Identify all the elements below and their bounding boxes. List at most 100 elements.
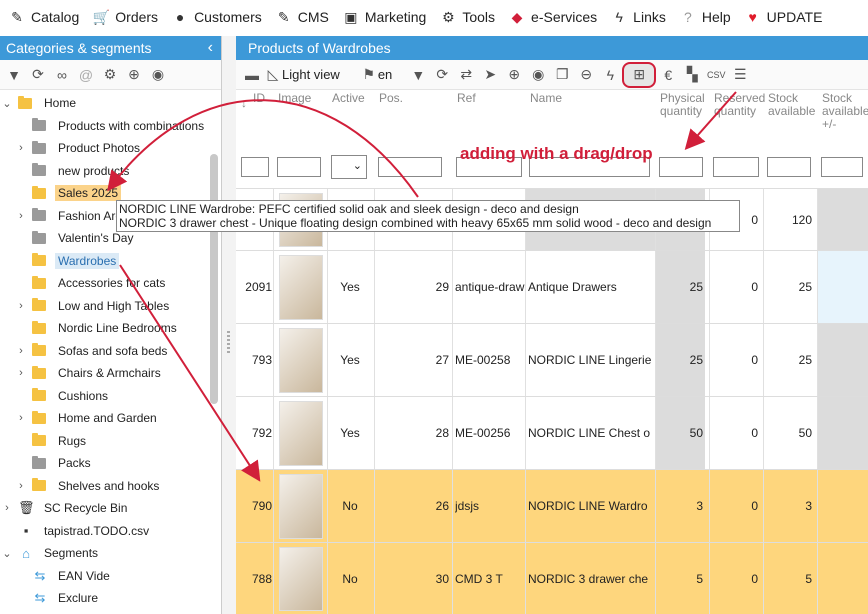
menu-marketing[interactable]: ▣ Marketing [338, 0, 435, 34]
tree-item[interactable]: Wardrobes [14, 250, 120, 272]
tree-item[interactable]: › Sofas and sofa beds [14, 340, 170, 362]
flag-icon[interactable]: ⚑ [360, 63, 378, 87]
collapse-panel-icon[interactable]: ‹ [208, 39, 213, 57]
column-header[interactable]: Reserved quantity [714, 92, 765, 118]
export-icon[interactable]: ◉ [146, 63, 170, 87]
add-icon[interactable]: ⊕ [122, 63, 146, 87]
table-row[interactable]: 788 No 30 CMD 3 T NORDIC 3 drawer che 5 0 5 [236, 542, 868, 614]
column-filter-input[interactable] [659, 157, 703, 177]
folder-icon [32, 365, 46, 379]
at-icon[interactable]: @ [74, 63, 98, 87]
tree-item[interactable]: › 🗑 SC Recycle Bin [0, 497, 130, 519]
filter-icon[interactable]: ▼ [406, 63, 430, 87]
menu-orders[interactable]: 🛒 Orders [88, 0, 167, 34]
tree-item[interactable]: new products [14, 160, 132, 182]
tree-item[interactable]: › Home and Garden [14, 407, 160, 429]
remove-icon[interactable]: ⊖ [574, 63, 598, 87]
tree-item[interactable]: Products with combinations [14, 115, 207, 137]
column-header[interactable]: Stock available +/- [822, 92, 868, 131]
column-header[interactable]: Stock available [768, 92, 816, 118]
expand-toggle-icon[interactable]: › [14, 367, 28, 379]
expand-toggle-icon[interactable]: › [14, 345, 28, 357]
active-filter-select[interactable]: ⌄ [331, 155, 367, 179]
table-row[interactable]: 790 No 26 jdsjs NORDIC LINE Wardro 3 0 3 [236, 469, 868, 542]
cell-active: No [342, 499, 358, 513]
expand-toggle-icon[interactable]: › [14, 480, 28, 492]
tree-item[interactable]: Accessories for cats [14, 272, 168, 294]
link-icon[interactable]: ∞ [50, 63, 74, 87]
tree-item[interactable]: ⌄ Home [0, 92, 79, 114]
tree-item[interactable]: › Low and High Tables [14, 295, 172, 317]
menu-label: Catalog [31, 9, 80, 25]
column-header[interactable]: Pos. [379, 92, 447, 105]
panel-splitter[interactable] [222, 36, 236, 614]
expand-toggle-icon[interactable]: ⌄ [0, 547, 14, 560]
table-row[interactable]: 2091 Yes 29 antique-draw Antique Drawers 25 0 2… [236, 250, 868, 323]
filter-icon[interactable]: ▼ [2, 63, 26, 87]
column-header[interactable]: Active [332, 92, 372, 105]
column-filter-input[interactable] [767, 157, 811, 177]
expand-toggle-icon[interactable]: › [0, 502, 14, 514]
list-icon[interactable]: ☰ [728, 63, 752, 87]
menu-cms[interactable]: ✎ CMS [271, 0, 338, 34]
price-icon[interactable]: ▚ [680, 63, 704, 87]
move-icon[interactable]: ⇄ [454, 63, 478, 87]
add-icon[interactable]: ⊕ [502, 63, 526, 87]
column-filter-input[interactable] [241, 157, 269, 177]
refresh-icon[interactable]: ⟳ [430, 63, 454, 87]
expand-toggle-icon[interactable]: ⌄ [0, 97, 14, 110]
add-to-category-icon[interactable]: ⊞ [622, 61, 657, 88]
menu-e-services[interactable]: ◆ e-Services [504, 0, 606, 34]
tree-item[interactable]: Rugs [14, 430, 89, 452]
table-row[interactable]: 792 Yes 28 ME-00256 NORDIC LINE Chest o 50 0 50 [236, 396, 868, 469]
tree-item[interactable]: Packs [14, 452, 94, 474]
tree-item[interactable]: › Shelves and hooks [14, 475, 162, 497]
menu-icon[interactable]: ▬ [240, 63, 264, 87]
menu-update[interactable]: ♥ UPDATE [740, 0, 832, 34]
tree-item[interactable]: ⇆ Exclure [14, 587, 101, 609]
column-header[interactable]: Ref [457, 92, 527, 105]
column-filter-input[interactable] [713, 157, 759, 177]
expand-toggle-icon[interactable]: › [14, 300, 28, 312]
tree-item[interactable]: ⌄ ⌂ Segments [0, 542, 101, 564]
column-filter-input[interactable] [378, 157, 442, 177]
cursor-icon[interactable]: ➤ [478, 63, 502, 87]
column-header[interactable]: Name [530, 92, 655, 105]
tree-item[interactable]: › Chairs & Armchairs [14, 362, 164, 384]
tree-item[interactable]: › Product Photos [14, 137, 143, 159]
menu-links[interactable]: ϟ Links [606, 0, 675, 34]
expand-toggle-icon[interactable]: › [14, 142, 28, 154]
euro-icon[interactable]: € [656, 63, 680, 87]
sort-arrow-icon[interactable]: ↓ [241, 96, 247, 110]
csv-icon[interactable]: CSV [704, 63, 728, 87]
tree-item[interactable]: Cushions [14, 385, 111, 407]
column-filter-input[interactable] [821, 157, 863, 177]
column-filter-input[interactable] [277, 157, 321, 177]
menu-catalog[interactable]: ✎ Catalog [4, 0, 88, 34]
menu-customers[interactable]: ● Customers [167, 0, 271, 34]
menu-help[interactable]: ? Help [675, 0, 740, 34]
table-row[interactable]: 793 Yes 27 ME-00258 NORDIC LINE Lingerie 25 0 2… [236, 323, 868, 396]
column-header[interactable]: Physical quantity [660, 92, 708, 118]
column-divider [452, 543, 453, 614]
bolt-icon[interactable]: ϟ [598, 63, 622, 87]
menu-tools[interactable]: ⚙ Tools [435, 0, 504, 34]
refresh-icon[interactable]: ⟳ [26, 63, 50, 87]
tree-item[interactable]: Sales 2025 [14, 182, 122, 204]
tree-item[interactable]: ▪ tapistrad.TODO.csv [0, 520, 152, 542]
view-select[interactable]: Light view [282, 67, 340, 82]
expand-toggle-icon[interactable]: › [14, 210, 28, 222]
tree-item-label: Wardrobes [55, 252, 120, 269]
view-icon[interactable]: ◺ [264, 63, 282, 87]
duplicate-icon[interactable]: ❐ [550, 63, 574, 87]
expand-toggle-icon[interactable]: › [14, 412, 28, 424]
splitter-grip[interactable] [227, 331, 230, 355]
gear-icon[interactable]: ⚙ [98, 63, 122, 87]
tree-item[interactable]: ⇆ EAN Vide [14, 565, 113, 587]
language-select[interactable]: en [378, 67, 392, 82]
export-icon[interactable]: ◉ [526, 63, 550, 87]
column-header[interactable]: Image [278, 92, 326, 105]
tree-scrollbar[interactable] [210, 154, 218, 404]
tree-item[interactable]: › Fashion Area [14, 205, 132, 227]
tree-item[interactable]: Nordic Line Bedrooms [14, 317, 180, 339]
